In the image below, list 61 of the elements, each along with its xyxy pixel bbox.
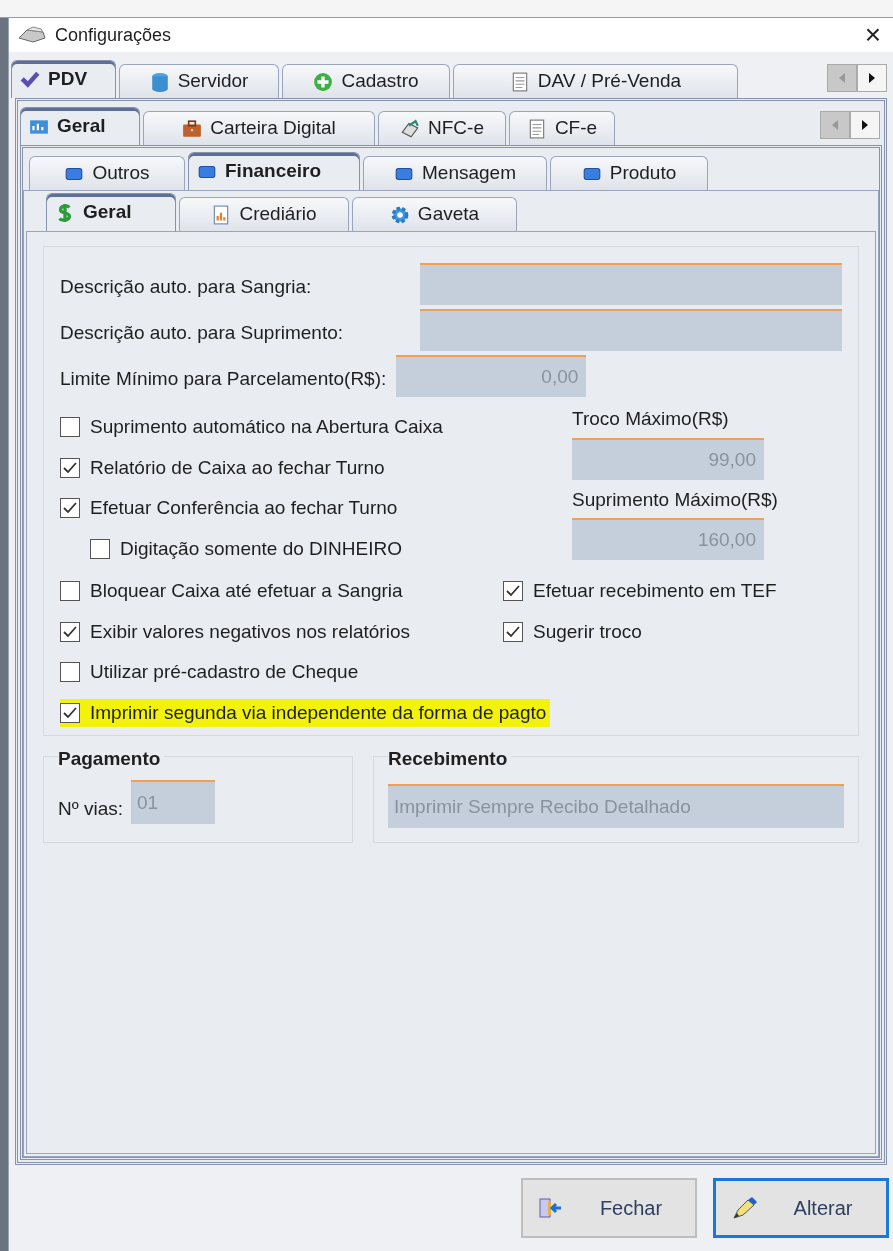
tab[interactable]: DAV / Pré-Venda bbox=[453, 64, 738, 98]
checkbox[interactable] bbox=[60, 662, 80, 683]
checkbox[interactable] bbox=[60, 581, 80, 602]
checkbox-label: Efetuar Conferência ao fechar Turno bbox=[90, 496, 398, 520]
window-title: Configurações bbox=[55, 23, 172, 47]
tab[interactable]: Geral bbox=[20, 107, 140, 145]
tab[interactable]: CF-e bbox=[509, 111, 615, 145]
field-label: Nº vias: bbox=[58, 797, 123, 821]
database-icon bbox=[149, 71, 170, 92]
tab[interactable]: Carteira Digital bbox=[143, 111, 375, 145]
check-icon bbox=[20, 69, 40, 90]
scroll-right-button[interactable] bbox=[857, 64, 887, 92]
tab[interactable]: Produto bbox=[550, 156, 708, 190]
checkbox[interactable] bbox=[60, 621, 80, 642]
pen-icon bbox=[730, 1195, 758, 1221]
tab[interactable]: Cadastro bbox=[282, 64, 450, 98]
checkbox[interactable] bbox=[503, 581, 523, 602]
tab[interactable]: Gaveta bbox=[352, 197, 517, 231]
field-label: Descrição auto. para Sangria: bbox=[60, 274, 313, 299]
checkbox-label: Utilizar pré-cadastro de Cheque bbox=[90, 660, 359, 684]
text-field[interactable] bbox=[420, 263, 842, 305]
checkbox-label: Sugerir troco bbox=[533, 619, 642, 644]
tab[interactable]: Geral bbox=[46, 193, 176, 231]
printer-icon bbox=[17, 26, 47, 44]
tab[interactable]: NFC-e bbox=[378, 111, 506, 145]
tab[interactable]: PDV bbox=[11, 60, 116, 98]
field-label: Troco Máximo(R$) bbox=[572, 407, 730, 431]
edit-button[interactable]: Alterar bbox=[713, 1178, 889, 1238]
checkbox[interactable] bbox=[90, 538, 110, 559]
checkbox[interactable] bbox=[503, 621, 523, 642]
tab[interactable]: Crediário bbox=[179, 197, 349, 231]
tab[interactable]: Mensagem bbox=[363, 156, 547, 190]
checkbox-label: Digitação somente do DINHEIRO bbox=[120, 536, 402, 561]
field-label: Suprimento Máximo(R$) bbox=[572, 487, 779, 512]
checkbox[interactable] bbox=[60, 457, 80, 478]
gear-icon bbox=[389, 204, 410, 225]
field-label: Descrição auto. para Suprimento: bbox=[60, 320, 345, 345]
cards-icon bbox=[400, 118, 420, 139]
right-arrow-icon bbox=[862, 120, 868, 130]
scroll-right-button[interactable] bbox=[850, 111, 880, 139]
checkbox-label: Exibir valores negativos nos relatórios bbox=[90, 619, 410, 644]
checkbox[interactable] bbox=[60, 417, 80, 438]
checkbox-label: Imprimir segunda via independente da forma de pagto bbox=[90, 700, 547, 725]
plus-icon bbox=[313, 71, 334, 92]
close-button[interactable]: Fechar bbox=[521, 1178, 697, 1238]
tab[interactable]: Outros bbox=[29, 156, 185, 190]
checkbox[interactable] bbox=[60, 702, 80, 723]
checkbox[interactable] bbox=[60, 498, 80, 519]
right-arrow-icon bbox=[869, 73, 875, 83]
checkbox-label: Bloquear Caixa até efetuar a Sangria bbox=[90, 579, 403, 603]
checkbox-label: Relatório de Caixa ao fechar Turno bbox=[90, 455, 385, 480]
left-arrow-icon bbox=[832, 120, 838, 130]
briefcase-icon bbox=[182, 118, 203, 139]
checkbox-label: Suprimento automático na Abertura Caixa bbox=[90, 415, 443, 439]
checkbox-label: Efetuar recebimento em TEF bbox=[533, 579, 777, 603]
text-field[interactable] bbox=[420, 309, 842, 351]
tab[interactable]: Financeiro bbox=[188, 152, 360, 190]
close-button[interactable]: × bbox=[860, 21, 885, 49]
left-arrow-icon bbox=[839, 73, 845, 83]
field-label: Limite Mínimo para Parcelamento(R$): bbox=[60, 366, 387, 391]
tab[interactable]: Servidor bbox=[119, 64, 279, 98]
